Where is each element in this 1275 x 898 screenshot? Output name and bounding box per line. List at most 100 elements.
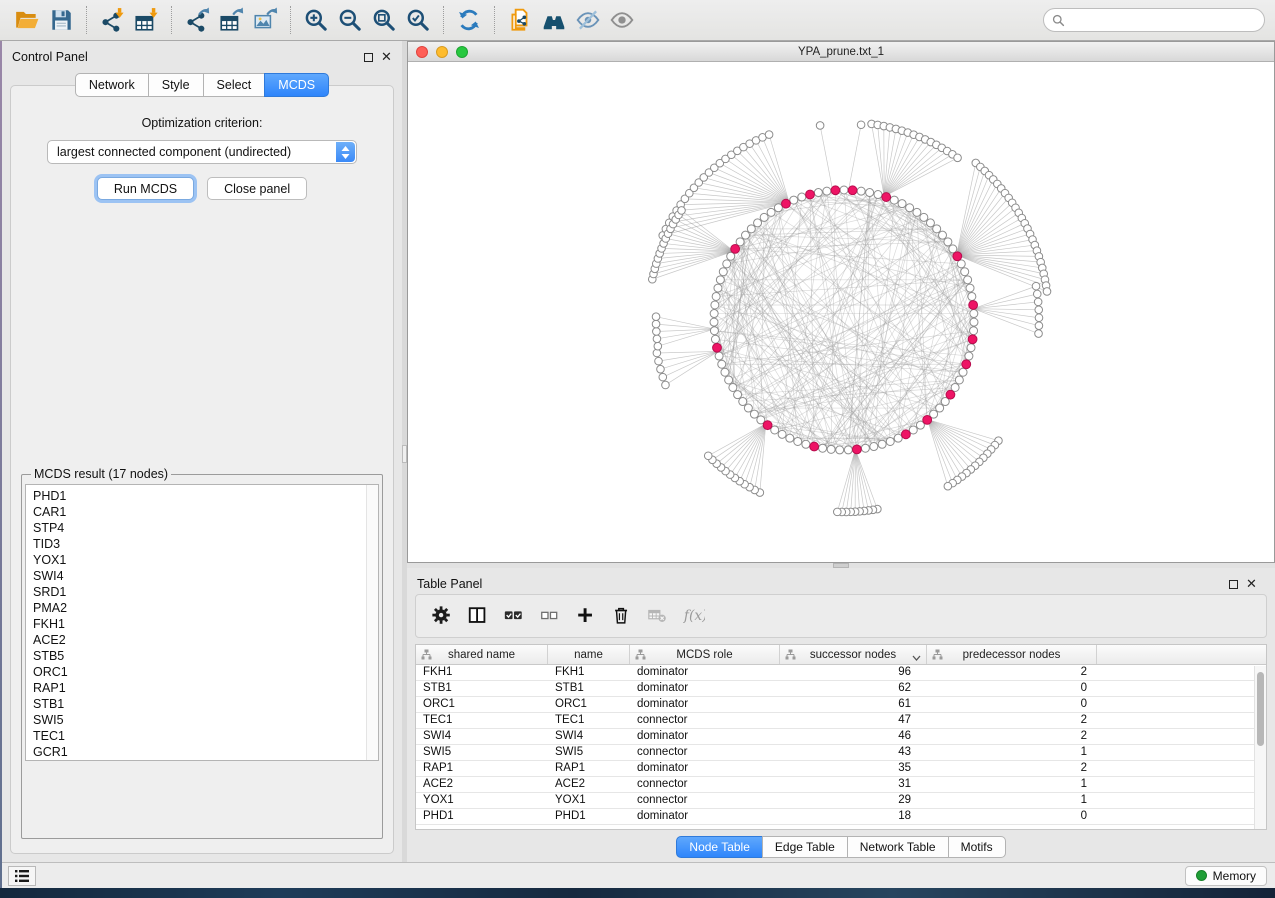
table-row[interactable]: ACE2ACE2connector311 [416,777,1266,793]
tab-edge-table[interactable]: Edge Table [762,836,848,858]
table-row[interactable]: STB1STB1dominator620 [416,681,1266,697]
criterion-select-value: largest connected component (undirected) [57,145,291,159]
column-label: MCDS role [676,649,732,661]
mcds-result-item[interactable]: ACE2 [33,632,378,648]
mcds-result-item[interactable]: RAP1 [33,680,378,696]
mcds-result-item[interactable]: STB5 [33,648,378,664]
import-table-icon[interactable] [129,5,163,35]
unselect-all-icon[interactable] [534,600,566,632]
mcds-result-item[interactable]: TID3 [33,536,378,552]
table-panel-close-icon[interactable]: ✕ [1246,579,1257,590]
table-scrollbar-thumb[interactable] [1257,672,1264,746]
gear-icon[interactable] [426,600,458,632]
close-panel-button[interactable]: Close panel [207,177,307,200]
search-input[interactable] [1070,13,1256,27]
network-view-window: YPA_prune.txt_1 [407,41,1275,563]
open-icon[interactable] [10,5,44,35]
columns-icon[interactable] [462,600,494,632]
table-cell: dominator [630,729,780,744]
mcds-result-item[interactable]: SRD1 [33,584,378,600]
mcds-result-list: PHD1CAR1STP4TID3YOX1SWI4SRD1PMA2FKH1ACE2… [26,485,378,760]
window-maximize-icon[interactable] [456,46,468,58]
table-cell: ORC1 [548,697,630,712]
tab-motifs[interactable]: Motifs [948,836,1006,858]
delete-icon[interactable] [606,600,638,632]
node-table-header: shared namename MCDS role successor nodesp… [416,645,1266,665]
table-row[interactable]: TEC1TEC1connector472 [416,713,1266,729]
node-table[interactable]: shared namename MCDS role successor nodesp… [415,644,1267,830]
mcds-result-item[interactable]: TEC1 [33,728,378,744]
table-panel-float-icon[interactable] [1229,580,1238,589]
mcds-result-item[interactable]: CAR1 [33,504,378,520]
control-panel-close-icon[interactable]: ✕ [381,52,392,63]
run-mcds-button[interactable]: Run MCDS [97,177,194,200]
network-canvas[interactable] [408,62,1274,562]
mcds-result-item[interactable]: GCR1 [33,744,378,760]
zoom-out-icon[interactable] [333,5,367,35]
table-row[interactable]: FKH1FKH1dominator962 [416,665,1266,681]
add-icon[interactable] [570,600,602,632]
task-history-button[interactable] [8,866,36,886]
mcds-result-scrollbar[interactable] [366,485,378,760]
mcds-result-item[interactable]: FKH1 [33,616,378,632]
clone-network-icon[interactable] [503,5,537,35]
table-cell: dominator [630,761,780,776]
search-box[interactable] [1043,8,1265,32]
table-row[interactable]: ORC1ORC1dominator610 [416,697,1266,713]
table-row[interactable]: PHD1PHD1dominator180 [416,809,1266,825]
tab-network[interactable]: Network [75,73,149,97]
select-all-icon[interactable] [498,600,530,632]
table-cell: 96 [780,665,927,680]
desktop-wallpaper [0,888,1275,898]
tab-network-table[interactable]: Network Table [847,836,949,858]
table-cell: connector [630,793,780,808]
mcds-result-item[interactable]: SWI5 [33,712,378,728]
column-header-predecessor-nodes[interactable]: predecessor nodes [927,645,1097,664]
export-network-icon[interactable] [180,5,214,35]
mcds-result-item[interactable]: ORC1 [33,664,378,680]
table-row[interactable]: YOX1YOX1connector291 [416,793,1266,809]
control-panel-title: Control Panel [12,50,88,64]
memory-button[interactable]: Memory [1185,866,1267,886]
column-header-shared-name[interactable]: shared name [416,645,548,664]
table-cell: FKH1 [548,665,630,680]
column-header-successor-nodes[interactable]: successor nodes [780,645,927,664]
window-close-icon[interactable] [416,46,428,58]
refresh-icon[interactable] [452,5,486,35]
control-panel-float-icon[interactable] [364,53,373,62]
window-minimize-icon[interactable] [436,46,448,58]
tab-node-table[interactable]: Node Table [676,836,763,858]
hide-details-icon[interactable] [571,5,605,35]
mcds-result-item[interactable]: STP4 [33,520,378,536]
table-row[interactable]: SWI4SWI4dominator462 [416,729,1266,745]
table-panel-header: Table Panel ✕ [415,568,1267,594]
table-cell: RAP1 [548,761,630,776]
vertical-splitter-handle[interactable] [402,445,407,463]
import-network-icon[interactable] [95,5,129,35]
mcds-result-item[interactable]: SWI4 [33,568,378,584]
zoom-selected-icon[interactable] [401,5,435,35]
mcds-result-item[interactable]: PMA2 [33,600,378,616]
zoom-fit-icon[interactable] [367,5,401,35]
table-cell: 46 [780,729,927,744]
tab-select[interactable]: Select [203,73,266,97]
tab-style[interactable]: Style [148,73,204,97]
table-row[interactable]: RAP1RAP1dominator352 [416,761,1266,777]
table-row[interactable]: SWI5SWI5connector431 [416,745,1266,761]
mcds-result-item[interactable]: YOX1 [33,552,378,568]
right-column: YPA_prune.txt_1 Table Panel ✕ f(x) sh [407,41,1275,862]
zoom-in-icon[interactable] [299,5,333,35]
export-image-icon[interactable] [248,5,282,35]
tab-mcds[interactable]: MCDS [264,73,329,97]
mcds-result-item[interactable]: PHD1 [33,488,378,504]
column-header-name[interactable]: name [548,645,630,664]
column-header-MCDS-role[interactable]: MCDS role [630,645,780,664]
table-cell: dominator [630,697,780,712]
mcds-result-item[interactable]: STB1 [33,696,378,712]
table-cell: ORC1 [416,697,548,712]
table-scrollbar[interactable] [1254,666,1266,829]
first-neighbors-icon[interactable] [537,5,571,35]
criterion-select[interactable]: largest connected component (undirected) [47,140,357,164]
save-icon[interactable] [44,5,78,35]
export-table-icon[interactable] [214,5,248,35]
